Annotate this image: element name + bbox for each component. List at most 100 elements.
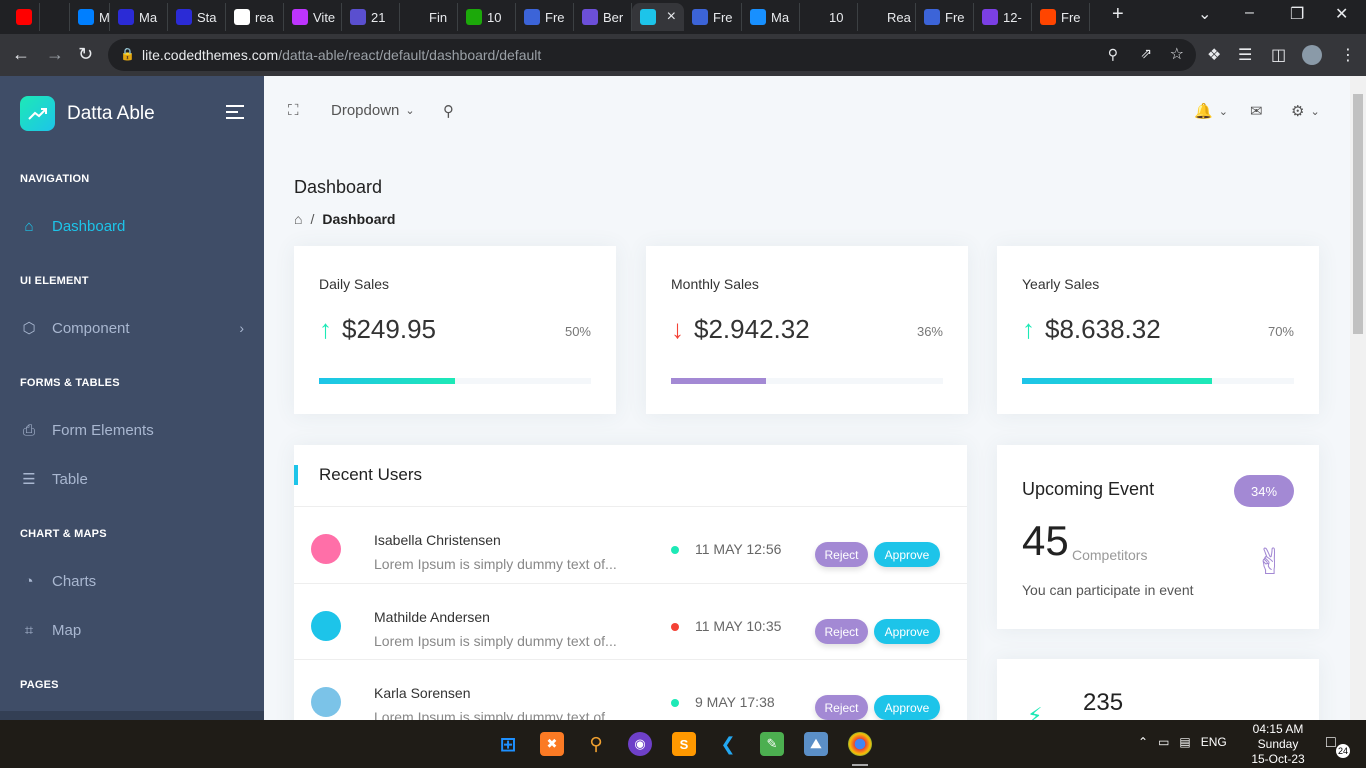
browser-tab[interactable]: 12- [974, 3, 1032, 31]
codedthemes-icon [524, 9, 540, 25]
menu-kebab-icon[interactable]: ⋮ [1340, 45, 1356, 65]
mail-icon[interactable]: ✉ [1250, 102, 1263, 120]
sidebar-item-form-elements[interactable]: ⎙ Form Elements [20, 418, 244, 442]
browser-tab[interactable]: Ma [110, 3, 168, 31]
avatar [311, 687, 341, 717]
sidebar-item-map[interactable]: ⌗ Map [20, 618, 244, 642]
browser-tab[interactable]: × [632, 3, 684, 31]
profile-avatar[interactable] [1302, 45, 1322, 65]
search-icon[interactable]: ⚲ [443, 102, 454, 120]
forward-icon[interactable]: → [46, 44, 64, 65]
bootstrap-icon [118, 9, 134, 25]
browser-tab-title: Ma [771, 9, 790, 25]
sidebar-item-label: Table [52, 470, 88, 488]
xampp-icon[interactable]: ✖ [540, 732, 564, 756]
browser-tab[interactable]: Fre [516, 3, 574, 31]
user-description: Lorem Ipsum is simply dummy text of... [374, 633, 617, 649]
browser-tab[interactable] [40, 3, 70, 31]
windows-start-icon[interactable]: ⊞ [496, 732, 520, 756]
browser-tab[interactable]: Rea [858, 3, 916, 31]
browser-tab[interactable]: Ma [742, 3, 800, 31]
menu-toggle-icon[interactable] [226, 105, 244, 123]
close-tab-icon[interactable]: × [667, 8, 676, 26]
browser-tab[interactable]: Vite [284, 3, 342, 31]
home-icon[interactable]: ⌂ [294, 211, 302, 227]
side-panel-icon[interactable]: ◫ [1271, 45, 1286, 65]
settings-gear-icon[interactable]: ⚙ ⌄ [1291, 102, 1320, 120]
reload-icon[interactable]: ↻ [78, 44, 93, 65]
clock-day: Sunday [1257, 737, 1299, 751]
sales-progress-fill [671, 378, 767, 384]
browser-tab[interactable]: Fre [1032, 3, 1090, 31]
reject-button[interactable]: Reject [815, 619, 868, 644]
browser-tab[interactable]: Mir [70, 3, 110, 31]
url-path: /datta-able/react/default/dashboard/defa… [278, 47, 542, 63]
sales-amount-row: ↑ $8.638.32 [1022, 314, 1161, 345]
network-icon[interactable]: ▤ [1179, 735, 1190, 749]
notification-bell-icon[interactable]: 🔔 ⌄ [1194, 102, 1228, 120]
browser-tab[interactable]: Fre [684, 3, 742, 31]
url-host: lite.codedthemes.com [142, 47, 279, 63]
reject-button[interactable]: Reject [815, 695, 868, 720]
location-icon[interactable]: ⚲ [1108, 46, 1118, 63]
sidebar-active-item[interactable] [0, 711, 264, 720]
browser-tab[interactable]: Sta [168, 3, 226, 31]
sidebar-item-dashboard[interactable]: ⌂ Dashboard [20, 214, 244, 238]
reject-button[interactable]: Reject [815, 542, 868, 567]
bookmark-star-icon[interactable]: ☆ [1170, 44, 1184, 64]
tab-search-icon[interactable]: ⌄ [1198, 4, 1211, 24]
scrollbar[interactable] [1350, 76, 1366, 720]
arrow-up-icon: ↑ [319, 314, 332, 344]
browser-tab-title: Ma [139, 9, 158, 25]
back-icon[interactable]: ← [12, 44, 30, 65]
approve-button[interactable]: Approve [874, 542, 940, 567]
fullscreen-icon[interactable]: ⛶ [288, 102, 299, 119]
browser-tab[interactable]: Fre [916, 3, 974, 31]
restore-icon[interactable]: ❐ [1290, 4, 1304, 24]
url-input[interactable]: 🔒 lite.codedthemes.com/datta-able/react/… [108, 39, 1196, 71]
approve-button[interactable]: Approve [874, 695, 940, 720]
browser-tab[interactable]: 21 [342, 3, 400, 31]
image-viewer-icon[interactable]: ⛰ [804, 732, 828, 756]
extensions-icon[interactable]: ❖ [1207, 45, 1221, 65]
chevron-up-icon[interactable]: ⌃ [1138, 735, 1148, 749]
search-app-icon[interactable]: ⚲ [584, 732, 608, 756]
share-icon[interactable]: ⇗ [1140, 45, 1152, 62]
language-indicator[interactable]: ENG [1201, 735, 1227, 749]
minimize-icon[interactable]: – [1245, 4, 1254, 22]
event-count: 45 [1022, 517, 1069, 564]
topbar-dropdown[interactable]: Dropdown ⌄ [331, 102, 415, 119]
new-tab-icon[interactable]: + [1112, 3, 1124, 26]
sidebar-item-component[interactable]: ⬡ Component › [20, 316, 244, 340]
chrome-icon[interactable] [848, 732, 872, 756]
github-icon[interactable]: ◉ [628, 732, 652, 756]
avatar [311, 534, 341, 564]
browser-tab[interactable]: 10 [458, 3, 516, 31]
browser-tab[interactable]: 10 [800, 3, 858, 31]
media-icon[interactable]: ☰ [1238, 45, 1252, 65]
sales-amount: $249.95 [342, 314, 436, 344]
browser-tab[interactable]: rea [226, 3, 284, 31]
user-date: 11 MAY 10:35 [695, 618, 782, 634]
card-accent-bar [294, 465, 298, 485]
browser-tab-title: Sta [197, 9, 217, 25]
approve-button[interactable]: Approve [874, 619, 940, 644]
browser-tab[interactable]: Fin [400, 3, 458, 31]
sidebar-item-charts[interactable]: ◔ Charts [20, 569, 244, 593]
window-close-icon[interactable]: ✕ [1335, 4, 1348, 24]
box-icon: ⬡ [22, 320, 36, 337]
brand[interactable]: Datta Able [20, 96, 155, 131]
sublime-icon[interactable]: S [672, 732, 696, 756]
clock[interactable]: 04:15 AM Sunday 15-Oct-23 [1238, 722, 1318, 767]
notepad-icon[interactable]: ✎ [760, 732, 784, 756]
google-icon [234, 9, 250, 25]
notification-center-icon[interactable]: □ 24 [1326, 734, 1350, 758]
browser-tab[interactable]: Ber [574, 3, 632, 31]
table-row: Mathilde Andersen Lorem Ipsum is simply d… [294, 583, 967, 660]
browser-tab-title: rea [255, 9, 274, 25]
sidebar-item-table[interactable]: ☰ Table [20, 467, 244, 491]
battery-icon[interactable]: ▭ [1158, 735, 1169, 749]
browser-tab[interactable] [8, 3, 40, 31]
vscode-icon[interactable]: ❮ [716, 732, 740, 756]
hashnode-icon [808, 9, 824, 25]
